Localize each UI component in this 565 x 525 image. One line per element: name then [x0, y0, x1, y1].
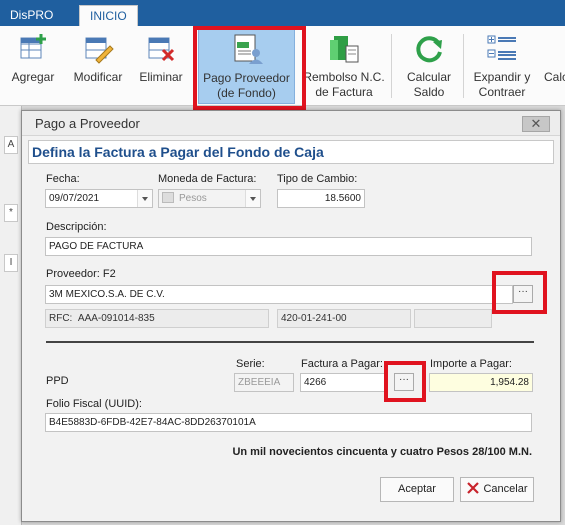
folio-label: Folio Fiscal (UUID):	[46, 398, 142, 410]
extra-readonly-field	[414, 309, 492, 328]
ribbon-tab-bar: DisPRO INICIO	[0, 0, 565, 26]
modificar-button[interactable]: Modificar	[68, 26, 128, 104]
dialog-titlebar: Pago a Proveedor ✕	[22, 111, 560, 136]
rfc-value: AAA-091014-835	[77, 313, 155, 324]
close-button[interactable]: ✕	[522, 116, 550, 132]
importe-field[interactable]: 1,954.28	[429, 373, 533, 392]
highlight-box-factura-browse	[384, 361, 426, 402]
proveedor-field[interactable]: 3M MEXICO.S.A. DE C.V.	[45, 285, 513, 304]
calcular-saldo-label: Calcular Saldo	[406, 70, 451, 99]
chevron-down-icon[interactable]	[245, 190, 260, 207]
rembolso-button[interactable]: Rembolso N.C. de Factura	[302, 26, 386, 104]
tab-inicio[interactable]: INICIO	[79, 5, 138, 26]
calc-partial-button[interactable]: Calc	[542, 26, 565, 104]
chevron-down-icon[interactable]	[137, 190, 152, 207]
delete-grid-icon	[148, 37, 175, 62]
refresh-icon	[416, 36, 442, 63]
background-cell: *	[4, 204, 18, 222]
aceptar-button[interactable]: Aceptar	[380, 477, 454, 502]
pago-proveedor-dialog: Pago a Proveedor ✕ Defina la Factura a P…	[21, 110, 561, 522]
cancelar-button[interactable]: Cancelar	[460, 477, 534, 502]
modificar-label: Modificar	[73, 70, 123, 84]
eliminar-label: Eliminar	[139, 70, 183, 84]
dialog-heading: Defina la Factura a Pagar del Fondo de C…	[32, 144, 324, 160]
app-menu-tab[interactable]: DisPRO	[0, 5, 63, 26]
expand-collapse-icon	[487, 35, 516, 60]
eliminar-button[interactable]: Eliminar	[134, 26, 188, 104]
agregar-button[interactable]: Agregar	[6, 26, 60, 104]
serie-field[interactable]: ZBEEEIA	[234, 373, 294, 392]
moneda-select[interactable]: Pesos	[158, 189, 261, 208]
highlight-box-pago-button	[193, 26, 306, 110]
agregar-label: Agregar	[11, 70, 55, 84]
ribbon-separator	[463, 34, 464, 98]
tipo-cambio-label: Tipo de Cambio:	[277, 173, 358, 185]
background-cell: I	[4, 254, 18, 272]
rembolso-label: Rembolso N.C. de Factura	[303, 70, 385, 99]
descripcion-field[interactable]: PAGO DE FACTURA	[45, 237, 532, 256]
factura-label: Factura a Pagar:	[301, 358, 383, 370]
highlight-box-proveedor-browse	[492, 271, 547, 314]
dialog-heading-box: Defina la Factura a Pagar del Fondo de C…	[28, 140, 554, 164]
importe-label: Importe a Pagar:	[430, 358, 512, 370]
fecha-field[interactable]: 09/07/2021	[45, 189, 153, 208]
amount-in-words: Un mil novecientos cincuenta y cuatro Pe…	[232, 446, 532, 458]
rfc-field: RFC: AAA-091014-835	[45, 309, 269, 328]
dialog-title: Pago a Proveedor	[35, 116, 140, 131]
tipo-cambio-field[interactable]: 18.5600	[277, 189, 365, 208]
calcular-saldo-button[interactable]: Calcular Saldo	[400, 26, 458, 104]
fecha-value: 09/07/2021	[49, 193, 100, 204]
ribbon-separator	[391, 34, 392, 98]
proveedor-label: Proveedor: F2	[46, 268, 116, 280]
rfc-label: RFC:	[49, 313, 73, 324]
moneda-label: Moneda de Factura:	[158, 173, 257, 185]
edit-grid-icon	[85, 37, 114, 64]
calc-partial-label: Calc	[544, 70, 565, 84]
expandir-contraer-label: Expandir y Contraer	[473, 70, 531, 99]
descripcion-label: Descripción:	[46, 221, 107, 233]
add-grid-icon	[20, 34, 46, 59]
refund-stack-icon	[330, 36, 359, 63]
factura-field[interactable]: 4266	[300, 373, 388, 392]
cancelar-label: Cancelar	[483, 483, 528, 495]
background-grid-strip: A * I	[0, 106, 22, 525]
moneda-value: Pesos	[179, 193, 207, 204]
divider	[46, 341, 534, 343]
background-cell: A	[4, 136, 18, 154]
ppd-label: PPD	[46, 375, 69, 387]
folio-field[interactable]: B4E5883D-6FDB-42E7-84AC-8DD26370101A	[45, 413, 532, 432]
close-icon	[467, 482, 480, 494]
serie-label: Serie:	[236, 358, 265, 370]
fecha-label: Fecha:	[46, 173, 80, 185]
currency-icon	[162, 192, 174, 203]
expandir-contraer-button[interactable]: Expandir y Contraer	[468, 26, 536, 104]
cuenta-field: 420-01-241-00	[277, 309, 411, 328]
